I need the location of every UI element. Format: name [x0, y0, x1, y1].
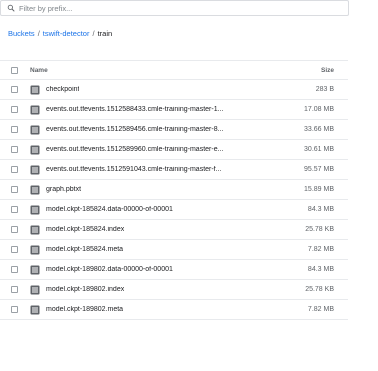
row-checkbox[interactable] — [11, 306, 18, 313]
file-name-link[interactable]: model.ckpt-185824.meta — [46, 246, 123, 253]
file-size: 33.66 MB — [304, 126, 334, 133]
table-row[interactable]: checkpoint 283 B — [0, 80, 348, 100]
file-size: 7.82 MB — [307, 306, 334, 313]
row-checkbox[interactable] — [11, 106, 18, 113]
table-row[interactable]: model.ckpt-189802.meta 7.82 MB — [0, 300, 348, 320]
file-size: 84.3 MB — [307, 206, 334, 213]
file-icon — [30, 145, 40, 154]
file-icon — [30, 165, 40, 174]
row-checkbox[interactable] — [11, 126, 18, 133]
row-checkbox[interactable] — [11, 286, 18, 293]
table-body: checkpoint 283 B events.out.tfevents.15125… — [0, 80, 348, 320]
file-icon — [30, 245, 40, 254]
row-checkbox[interactable] — [11, 166, 18, 173]
file-icon — [30, 105, 40, 114]
table-row[interactable]: model.ckpt-185824.meta 7.82 MB — [0, 240, 348, 260]
file-size: 25.78 KB — [305, 226, 334, 233]
file-icon — [30, 225, 40, 234]
breadcrumb-separator: / — [37, 28, 40, 38]
file-size: 15.89 MB — [304, 186, 334, 193]
file-name-link[interactable]: events.out.tfevents.1512589456.cmle-trai… — [46, 126, 223, 133]
size-column-header[interactable]: Size — [321, 67, 334, 74]
file-name-link[interactable]: model.ckpt-189802.index — [46, 286, 124, 293]
table-row[interactable]: events.out.tfevents.1512588433.cmle-trai… — [0, 100, 348, 120]
file-icon — [30, 305, 40, 314]
file-table: Name Size checkpoint 283 B events.out.tfev… — [0, 60, 348, 320]
row-checkbox[interactable] — [11, 86, 18, 93]
file-icon — [30, 265, 40, 274]
filter-bar[interactable] — [0, 0, 349, 16]
file-name-link[interactable]: graph.pbtxt — [46, 186, 81, 193]
table-row[interactable]: model.ckpt-189802.index 25.78 KB — [0, 280, 348, 300]
row-checkbox[interactable] — [11, 266, 18, 273]
row-checkbox[interactable] — [11, 246, 18, 253]
file-size: 7.82 MB — [307, 246, 334, 253]
breadcrumb-bucket[interactable]: tswift-detector — [43, 29, 90, 38]
file-name-link[interactable]: model.ckpt-189802.data-00000-of-00001 — [46, 266, 173, 273]
breadcrumb: Buckets / tswift-detector / train — [8, 26, 112, 40]
table-row[interactable]: model.ckpt-185824.index 25.78 KB — [0, 220, 348, 240]
table-row[interactable]: events.out.tfevents.1512591043.cmle-trai… — [0, 160, 348, 180]
table-row[interactable]: events.out.tfevents.1512589456.cmle-trai… — [0, 120, 348, 140]
table-header: Name Size — [0, 60, 348, 80]
file-icon — [30, 125, 40, 134]
file-name-link[interactable]: events.out.tfevents.1512591043.cmle-trai… — [46, 166, 221, 173]
file-name-link[interactable]: checkpoint — [46, 86, 79, 93]
file-icon — [30, 185, 40, 194]
breadcrumb-buckets[interactable]: Buckets — [8, 29, 35, 38]
file-size: 25.78 KB — [305, 286, 334, 293]
file-icon — [30, 285, 40, 294]
file-name-link[interactable]: model.ckpt-185824.index — [46, 226, 124, 233]
file-size: 84.3 MB — [307, 266, 334, 273]
file-name-link[interactable]: events.out.tfevents.1512589960.cmle-trai… — [46, 146, 223, 153]
file-name-link[interactable]: model.ckpt-185824.data-00000-of-00001 — [46, 206, 173, 213]
table-row[interactable]: events.out.tfevents.1512589960.cmle-trai… — [0, 140, 348, 160]
file-size: 283 B — [315, 86, 334, 93]
file-name-link[interactable]: model.ckpt-189802.meta — [46, 306, 123, 313]
table-row[interactable]: model.ckpt-185824.data-00000-of-00001 84.… — [0, 200, 348, 220]
row-checkbox[interactable] — [11, 226, 18, 233]
search-icon — [7, 4, 15, 12]
select-all-checkbox[interactable] — [11, 66, 18, 74]
file-size: 30.61 MB — [304, 146, 334, 153]
file-icon — [30, 85, 40, 94]
file-size: 95.57 MB — [304, 166, 334, 173]
file-name-link[interactable]: events.out.tfevents.1512588433.cmle-trai… — [46, 106, 223, 113]
table-row[interactable]: graph.pbtxt 15.89 MB — [0, 180, 348, 200]
name-column-header[interactable]: Name — [30, 67, 48, 74]
filter-input[interactable] — [19, 3, 319, 13]
table-row[interactable]: model.ckpt-189802.data-00000-of-00001 84.… — [0, 260, 348, 280]
file-icon — [30, 205, 40, 214]
row-checkbox[interactable] — [11, 206, 18, 213]
breadcrumb-current: train — [97, 28, 113, 38]
file-size: 17.08 MB — [304, 106, 334, 113]
row-checkbox[interactable] — [11, 186, 18, 193]
row-checkbox[interactable] — [11, 146, 18, 153]
breadcrumb-separator: / — [92, 28, 95, 38]
